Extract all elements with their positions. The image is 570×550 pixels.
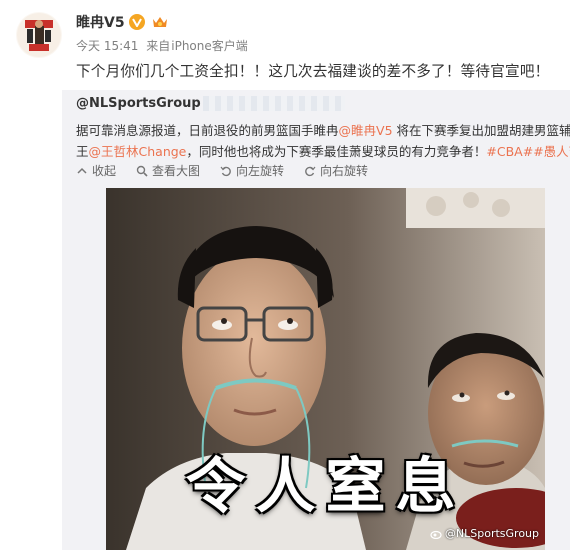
orig-text-part: ，同时他也将成为下赛季最佳萧叟球员的有力竞争者！ (186, 144, 487, 159)
collapse-label: 收起 (92, 164, 117, 178)
orig-author-row: @NLSportsGroup (76, 96, 345, 111)
author-avatar[interactable] (16, 12, 62, 58)
image-watermark: @NLSportsGroup (430, 527, 539, 540)
mention-link[interactable]: @王哲林Change (89, 144, 187, 159)
view-large-label: 查看大图 (152, 164, 201, 178)
view-large-button[interactable]: 查看大图 (136, 162, 200, 179)
weibo-logo-icon (430, 530, 442, 539)
collapse-button[interactable]: 收起 (76, 162, 116, 179)
orig-text-line-2: 王@王哲林Change，同时他也将成为下赛季最佳萧叟球员的有力竞争者！#CBA#… (76, 141, 570, 162)
orig-text-part: 王 (76, 144, 89, 159)
orig-author-link[interactable]: @NLSportsGroup (76, 96, 201, 111)
orig-text-line-1: 据可靠消息源报道，日前退役的前男篮国手睢冉@睢冉V5 将在下赛季复出加盟胡建男篮… (76, 120, 570, 141)
watermark-text: @NLSportsGroup (444, 527, 539, 540)
rotate-left-button[interactable]: 向左旋转 (220, 162, 284, 179)
member-crown-icon[interactable] (151, 14, 169, 30)
vip-badge-icon[interactable] (128, 14, 145, 30)
image-caption: 令人窒息 (185, 452, 466, 522)
rotate-left-icon (220, 166, 231, 176)
zoom-icon (136, 165, 148, 177)
redacted-mosaic (202, 96, 345, 111)
rotate-left-label: 向左旋转 (236, 164, 285, 178)
orig-text-part: 据可靠消息源报道，日前退役的前男篮国手睢冉 (76, 123, 339, 138)
avatar-image (16, 12, 62, 58)
rotate-right-icon (305, 166, 316, 176)
post-source[interactable]: iPhone客户端 (171, 39, 248, 53)
hashtag-links[interactable]: #CBA##愚人节# (486, 144, 570, 159)
post-meta: 今天 15:41 来自iPhone客户端 (76, 37, 252, 54)
image-actions: 收起 查看大图 向左旋转 向右旋转 (76, 162, 368, 179)
repost-box: @NLSportsGroup 据可靠消息源报道，日前退役的前男篮国手睢冉@睢冉V… (62, 90, 570, 550)
mention-link[interactable]: @睢冉V5 (339, 123, 393, 138)
post-time[interactable]: 今天 15:41 (76, 39, 138, 53)
source-prefix: 来自 (146, 39, 171, 53)
rotate-right-label: 向右旋转 (320, 164, 369, 178)
author-name[interactable]: 睢冉V5 (76, 12, 125, 32)
orig-post-text: 据可靠消息源报道，日前退役的前男篮国手睢冉@睢冉V5 将在下赛季复出加盟胡建男篮… (76, 120, 570, 162)
rotate-right-button[interactable]: 向右旋转 (304, 162, 368, 179)
collapse-icon (77, 167, 87, 174)
orig-text-part: 将在下赛季复出加盟胡建男篮辅佐大 (396, 123, 570, 138)
post-text: 下个月你们几个工资全扣！！这几次去福建谈的差不多了！等待官宣吧！ (76, 63, 550, 80)
post-header: 睢冉V5 (76, 11, 169, 33)
post-image[interactable]: 令人窒息 @NLSportsGroup (106, 188, 545, 550)
